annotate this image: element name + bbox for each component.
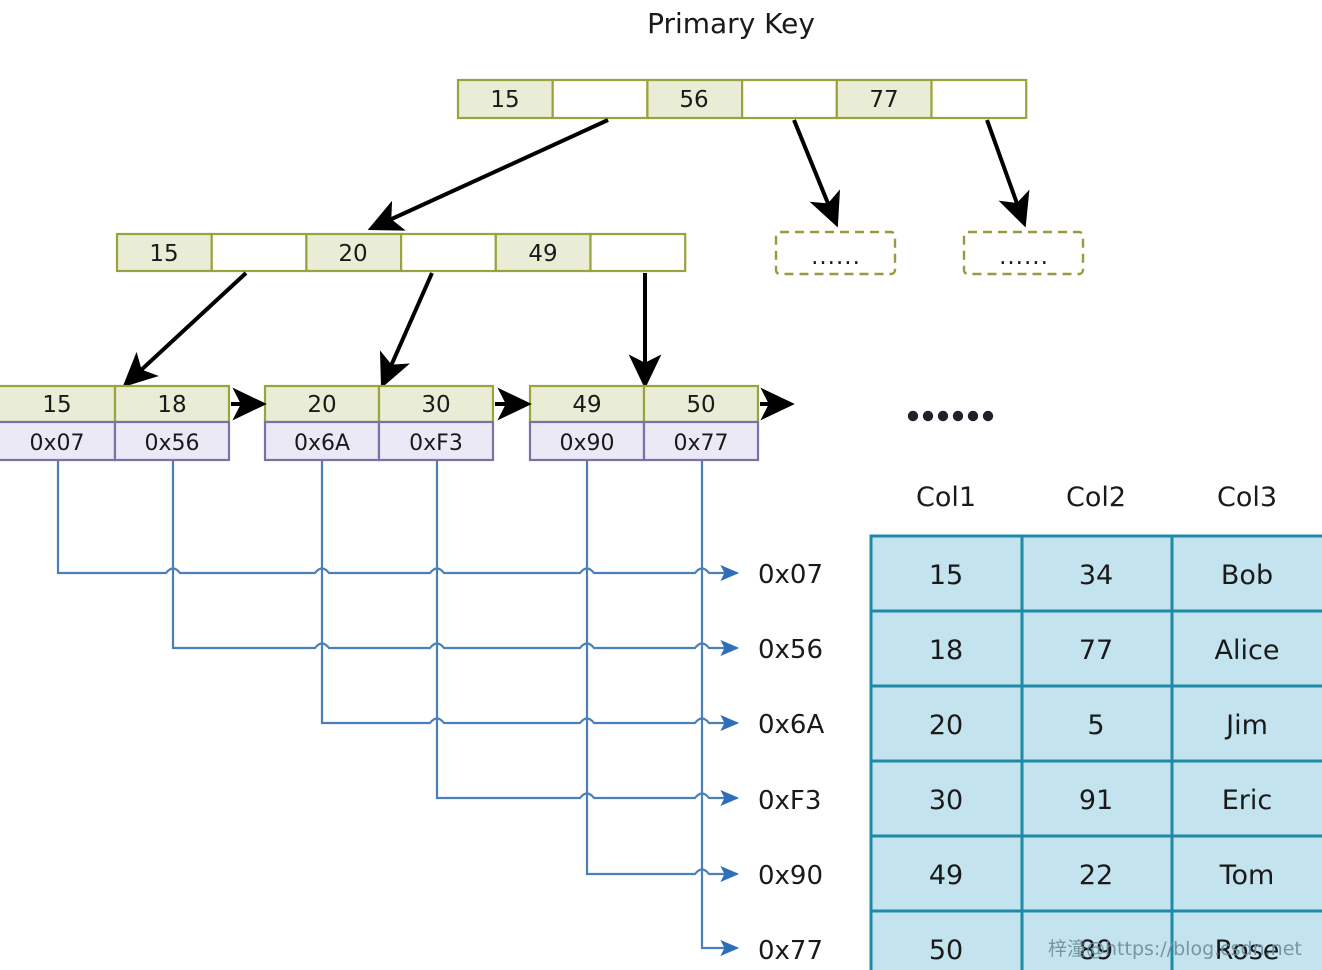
table-cell-label: 15	[929, 560, 963, 591]
placeholder-node-1: ......	[774, 230, 897, 276]
edge-root-to-placeholder-2	[985, 119, 1030, 228]
address-label-0x07: 0x07	[758, 560, 823, 590]
internal-node: 15 20 49	[115, 232, 687, 273]
leaf-2-ptr-1-label: 0xF3	[409, 431, 463, 456]
table-cell-label: Tom	[1219, 860, 1275, 891]
table-row: 20 5 Jim	[869, 684, 1322, 763]
btree-index-diagram: Primary Key 15 56 77 15 20 49 ...... ...…	[0, 7, 1322, 970]
internal-cell-5	[589, 232, 687, 273]
data-table: 15 34 Bob 18 77 Alice 20 5 Jim 30 91 Eri…	[869, 534, 1322, 970]
table-cell-label: Eric	[1222, 785, 1273, 816]
leaf-1-key-0-label: 15	[42, 392, 71, 418]
table-row: 49 22 Tom	[869, 834, 1322, 913]
edge-root-to-placeholder-1	[792, 119, 841, 228]
table-cell-label: 50	[929, 935, 963, 966]
route-0x6A	[320, 461, 740, 732]
root-cell-4-label: 77	[869, 87, 898, 113]
table-row: 15 34 Bob	[869, 534, 1322, 613]
table-row: 18 77 Alice	[869, 609, 1322, 688]
address-label-0x77: 0x77	[758, 936, 823, 966]
table-cell-label: 77	[1079, 635, 1113, 666]
internal-cell-0-label: 15	[149, 241, 178, 267]
table-cell-label: Bob	[1221, 560, 1273, 591]
leaf-3-ptr-1-label: 0x77	[673, 431, 728, 456]
table-cell-label: Jim	[1224, 710, 1268, 741]
route-0x56	[171, 461, 740, 657]
root-cell-1	[551, 78, 649, 120]
pointer-routing	[56, 461, 740, 957]
table-cell-label: 30	[929, 785, 963, 816]
table-header-col1: Col1	[916, 482, 976, 513]
table-header-col2: Col2	[1066, 482, 1126, 513]
leaf-2-key-1-label: 30	[421, 392, 450, 418]
leaf-1-ptr-0-label: 0x07	[29, 431, 84, 456]
leaf-node-2: 20 30 0x6A 0xF3	[263, 384, 495, 462]
address-label-0x6A: 0x6A	[758, 710, 824, 740]
leaf-3-key-1-label: 50	[686, 392, 715, 418]
route-0x90	[585, 461, 740, 883]
root-cell-2-label: 56	[679, 87, 708, 113]
leaf-node-3: 49 50 0x90 0x77	[528, 384, 760, 462]
table-cell-label: 5	[1087, 710, 1104, 741]
placeholder-node-2: ......	[962, 230, 1085, 276]
leaf-2-ptr-0-label: 0x6A	[294, 431, 350, 456]
leaf-3-key-0-label: 49	[572, 392, 601, 418]
edge-root-to-internal	[367, 118, 609, 231]
table-cell-label: 49	[929, 860, 963, 891]
internal-cell-1	[210, 232, 308, 273]
leaf-1-key-1-label: 18	[157, 392, 186, 418]
internal-cell-3	[400, 232, 497, 273]
internal-cell-4-label: 49	[528, 241, 557, 267]
root-cell-0-label: 15	[490, 87, 519, 113]
leaf-2-key-0-label: 20	[307, 392, 336, 418]
placeholder-node-1-label: ......	[811, 244, 861, 270]
root-cell-3	[740, 78, 838, 120]
table-cell-label: 20	[929, 710, 963, 741]
root-cell-5	[930, 78, 1028, 120]
table-header-col3: Col3	[1217, 482, 1277, 513]
page-title: Primary Key	[647, 7, 815, 40]
table-row: 30 91 Eric	[869, 759, 1322, 838]
table-cell-label: 18	[929, 635, 963, 666]
table-cell-label: 22	[1079, 860, 1113, 891]
table-cell-label: Alice	[1215, 635, 1280, 666]
internal-cell-2-label: 20	[338, 241, 367, 267]
address-label-0xF3: 0xF3	[758, 786, 821, 816]
placeholder-node-2-label: ......	[999, 244, 1049, 270]
watermark: 梓潼@https://blog.csdn.net	[1048, 938, 1302, 960]
leaf-1-ptr-1-label: 0x56	[144, 431, 199, 456]
edge-internal-to-leaf-2	[379, 272, 434, 389]
table-cell-label: 34	[1079, 560, 1113, 591]
leaf-3-ptr-0-label: 0x90	[559, 431, 614, 456]
root-node: 15 56 77	[456, 78, 1028, 120]
table-cell-label: 91	[1079, 785, 1113, 816]
edge-internal-to-leaf-1	[122, 271, 248, 388]
row-ellipsis	[907, 410, 994, 422]
diagram-canvas: Primary Key 15 56 77 15 20 49 ...... ...…	[0, 0, 1322, 970]
route-0x07	[56, 461, 740, 582]
leaf-node-1: 15 18 0x07 0x56	[0, 384, 231, 462]
address-label-0x90: 0x90	[758, 861, 823, 891]
address-label-0x56: 0x56	[758, 635, 823, 665]
